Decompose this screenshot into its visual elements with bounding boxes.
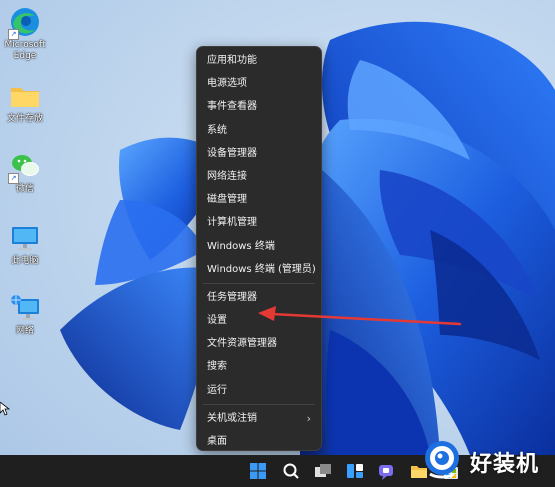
widgets-icon[interactable] [345,461,365,481]
red-annotation-arrow-icon [258,306,462,326]
chat-icon[interactable] [377,461,397,481]
task-view-icon[interactable] [313,461,333,481]
menu-item-search[interactable]: 搜索 [197,355,321,378]
winx-context-menu: 应用和功能 电源选项 事件查看器 系统 设备管理器 网络连接 磁盘管理 计算机管… [196,46,322,451]
menu-item-apps-features[interactable]: 应用和功能 [197,49,321,72]
menu-divider [203,403,315,405]
desktop-icon-label: 微信 [15,184,34,194]
menu-item-file-explorer[interactable]: 文件资源管理器 [197,332,321,355]
menu-item-power-options[interactable]: 电源选项 [197,72,321,95]
chevron-right-icon: › [306,411,311,425]
search-icon[interactable] [281,461,301,481]
watermark-logo-icon [425,441,459,479]
computer-icon [9,222,41,254]
desktop-icon-label: 此电脑 [11,256,39,266]
watermark-text: 好装机 [470,452,540,477]
desktop-icon-network[interactable]: 网络 [2,292,48,337]
menu-item-disk-management[interactable]: 磁盘管理 [197,188,321,211]
desktop-icon-label: 网络 [15,326,34,336]
menu-item-network-connections[interactable]: 网络连接 [197,165,321,188]
network-icon [9,292,41,324]
desktop: ↗ Microsoft Edge 文件存放 ↗ 微信 此电脑 网络 应用和功能 … [0,0,555,487]
desktop-icon-label: 文件存放 [6,114,43,124]
menu-item-desktop[interactable]: 桌面 [197,430,321,453]
menu-item-computer-management[interactable]: 计算机管理 [197,211,321,234]
menu-item-windows-terminal-admin[interactable]: Windows 终端 (管理员) [197,258,321,281]
menu-divider [203,282,315,284]
start-icon[interactable] [248,461,268,481]
menu-item-windows-terminal[interactable]: Windows 终端 [197,235,321,258]
wechat-icon: ↗ [8,150,41,184]
desktop-icon-this-pc[interactable]: 此电脑 [2,222,48,267]
desktop-icon-edge[interactable]: ↗ Microsoft Edge [2,6,48,62]
menu-item-shutdown-signout[interactable]: 关机或注销 › [197,407,321,430]
mouse-cursor-icon [0,402,10,416]
desktop-icon-folder[interactable]: 文件存放 [2,80,48,125]
desktop-icon-wechat[interactable]: ↗ 微信 [2,150,48,195]
menu-item-event-viewer[interactable]: 事件查看器 [197,95,321,118]
shortcut-arrow-icon: ↗ [8,173,19,184]
desktop-icon-label: Microsoft Edge [4,40,46,61]
watermark: 好装机 [418,438,555,487]
menu-item-label: 关机或注销 [207,412,257,424]
menu-item-run[interactable]: 运行 [197,379,321,402]
shortcut-arrow-icon: ↗ [8,29,19,40]
edge-icon: ↗ [8,6,41,40]
menu-item-system[interactable]: 系统 [197,119,321,142]
folder-icon [9,80,41,112]
menu-item-device-manager[interactable]: 设备管理器 [197,142,321,165]
